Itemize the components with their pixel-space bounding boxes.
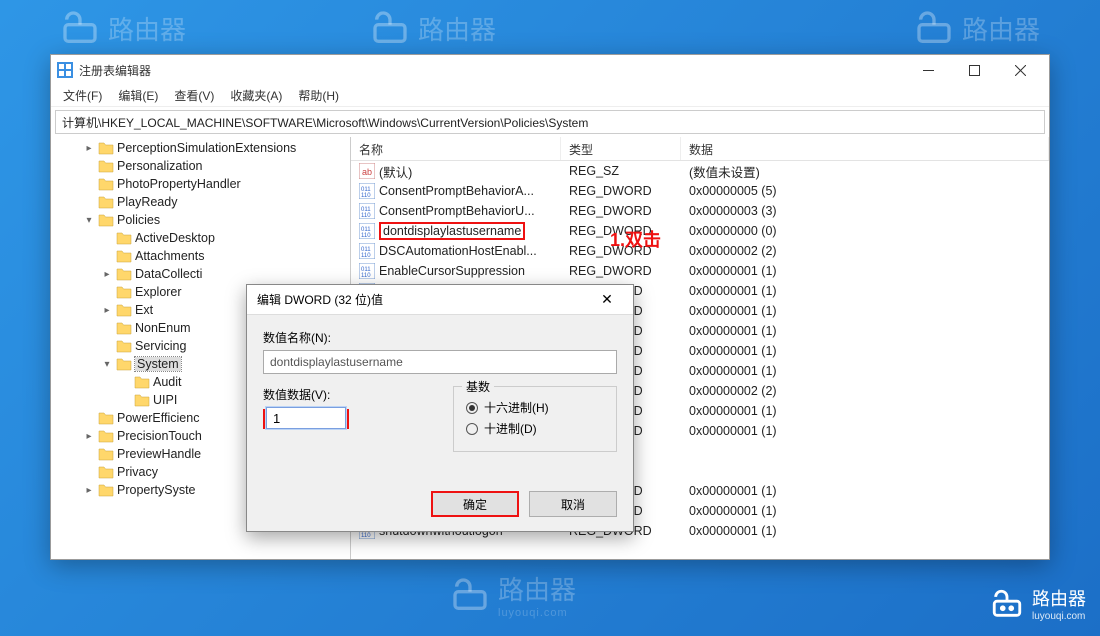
dialog-title: 编辑 DWORD (32 位)值 [257,291,591,308]
svg-text:ab: ab [362,167,372,177]
value-data-highlight [263,409,349,429]
cancel-button[interactable]: 取消 [529,491,617,517]
radix-group: 基数 十六进制(H) 十进制(D) [453,386,617,452]
value-row[interactable]: 011110DSCAutomationHostEnabl...REG_DWORD… [351,241,1049,261]
close-button[interactable] [997,56,1043,84]
value-name-field[interactable] [263,350,617,374]
tree-item[interactable]: ▸DataCollecti [51,265,350,283]
list-header[interactable]: 名称 类型 数据 [351,137,1049,161]
value-data-label: 数值数据(V): [263,386,433,403]
tree-item[interactable]: PhotoPropertyHandler [51,175,350,193]
svg-text:110: 110 [361,253,371,259]
tree-item[interactable]: Personalization [51,157,350,175]
value-data-field[interactable] [266,407,346,429]
menu-favorites[interactable]: 收藏夹(A) [224,85,288,106]
col-data[interactable]: 数据 [681,137,1049,160]
svg-text:110: 110 [361,273,371,279]
logo-badge: 路由器 luyouqi.com [990,585,1086,622]
window-title: 注册表编辑器 [79,62,905,79]
menu-file[interactable]: 文件(F) [57,85,108,106]
tree-item[interactable]: PlayReady [51,193,350,211]
dialog-close-button[interactable]: ✕ [591,291,623,308]
address-bar[interactable]: 计算机\HKEY_LOCAL_MACHINE\SOFTWARE\Microsof… [55,110,1045,134]
menubar: 文件(F) 编辑(E) 查看(V) 收藏夹(A) 帮助(H) [51,85,1049,107]
regedit-icon [57,62,73,78]
dialog-titlebar[interactable]: 编辑 DWORD (32 位)值 ✕ [247,285,633,315]
value-row[interactable]: 011110EnableCursorSuppressionREG_DWORD0x… [351,261,1049,281]
tree-item[interactable]: ActiveDesktop [51,229,350,247]
value-row[interactable]: 011110ConsentPromptBehaviorA...REG_DWORD… [351,181,1049,201]
brand-text: 路由器 [418,10,496,47]
value-row[interactable]: ab(默认)REG_SZ(数值未设置) [351,161,1049,181]
tree-item[interactable]: Attachments [51,247,350,265]
brand-sub: luyouqi.com [498,607,576,619]
menu-edit[interactable]: 编辑(E) [112,85,164,106]
menu-help[interactable]: 帮助(H) [292,85,345,106]
tree-item[interactable]: ▾Policies [51,211,350,229]
svg-text:110: 110 [361,193,371,199]
brand-text: 路由器 [498,570,576,607]
radix-hex[interactable]: 十六进制(H) [466,399,604,416]
brand-text: 路由器 [108,10,186,47]
menu-view[interactable]: 查看(V) [168,85,220,106]
col-type[interactable]: 类型 [561,137,681,160]
value-name-label: 数值名称(N): [263,329,617,346]
value-row[interactable]: 011110dontdisplaylastusernameREG_DWORD0x… [351,221,1049,241]
radix-dec[interactable]: 十进制(D) [466,420,604,437]
svg-text:110: 110 [361,233,371,239]
radix-legend: 基数 [462,378,494,395]
brand-text: 路由器 [962,10,1040,47]
maximize-button[interactable] [951,56,997,84]
col-name[interactable]: 名称 [351,137,561,160]
minimize-button[interactable] [905,56,951,84]
svg-text:110: 110 [361,213,371,219]
svg-text:110: 110 [361,533,371,539]
value-row[interactable]: 011110ConsentPromptBehaviorU...REG_DWORD… [351,201,1049,221]
tree-item[interactable]: ▸PerceptionSimulationExtensions [51,139,350,157]
ok-button[interactable]: 确定 [431,491,519,517]
edit-dword-dialog: 编辑 DWORD (32 位)值 ✕ 数值名称(N): 数值数据(V): 基数 … [246,284,634,532]
titlebar[interactable]: 注册表编辑器 [51,55,1049,85]
